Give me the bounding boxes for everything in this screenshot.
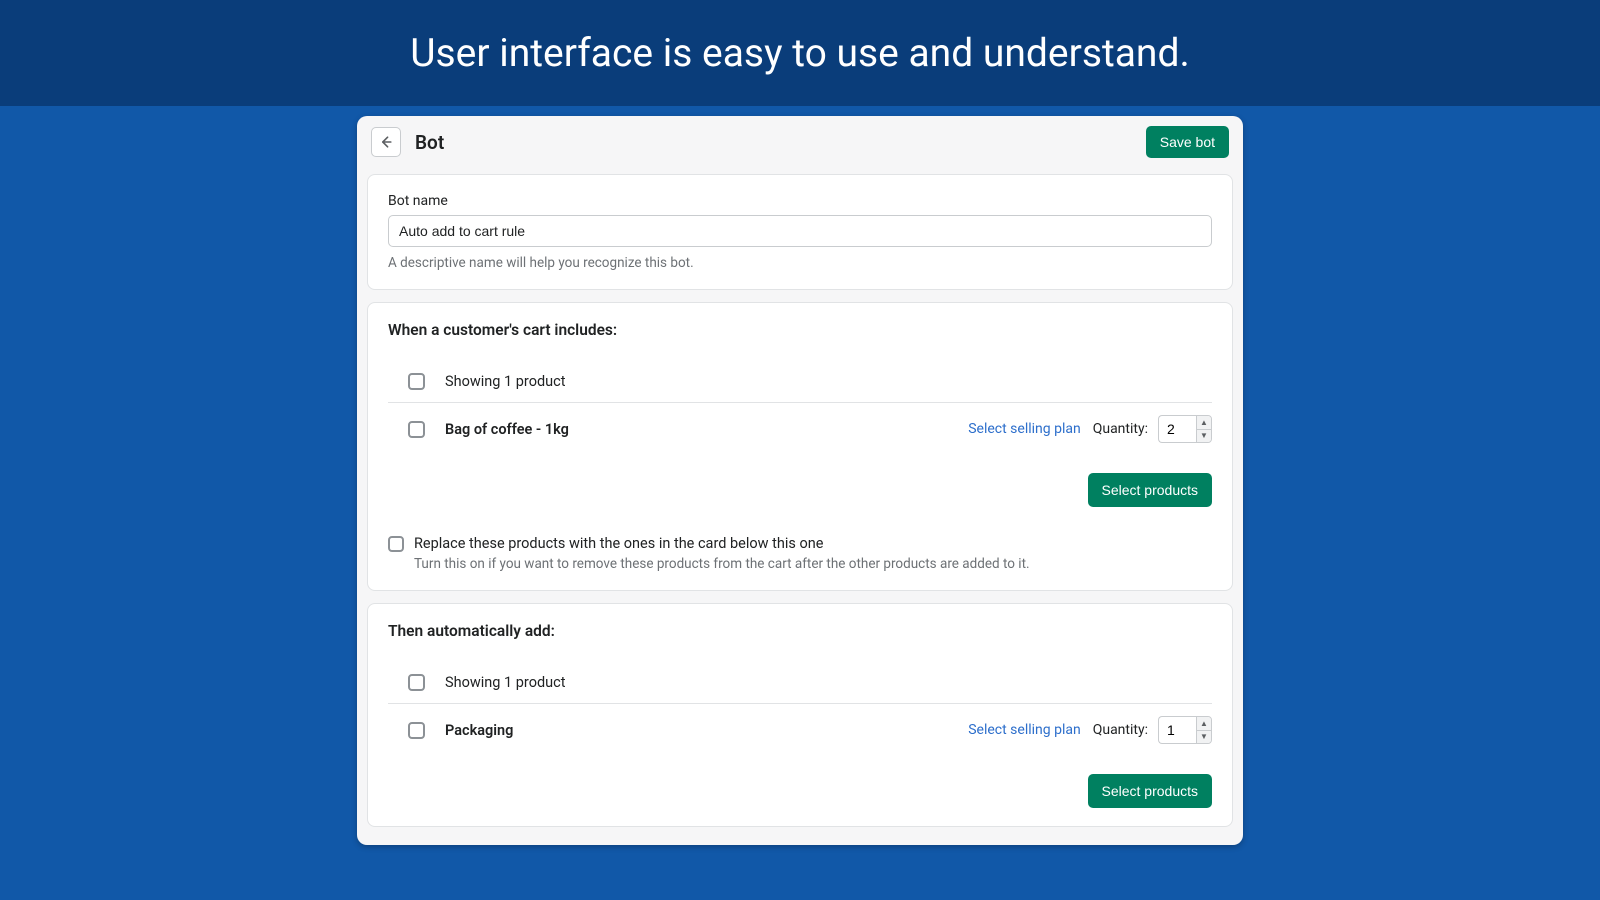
bot-name-card: Bot name A descriptive name will help yo… [367, 174, 1233, 290]
adds-heading: Then automatically add: [388, 622, 1212, 640]
quantity-input[interactable] [1158, 415, 1196, 443]
product-checkbox[interactable] [408, 722, 425, 739]
includes-card: When a customer's cart includes: Showing… [367, 302, 1233, 591]
select-selling-plan-link[interactable]: Select selling plan [968, 722, 1081, 738]
bot-name-input[interactable] [388, 215, 1212, 247]
quantity-stepper: ▲ ▼ [1158, 415, 1212, 443]
arrow-left-icon [378, 134, 394, 150]
includes-heading: When a customer's cart includes: [388, 321, 1212, 339]
quantity-up-button[interactable]: ▲ [1197, 416, 1211, 429]
adds-card: Then automatically add: Showing 1 produc… [367, 603, 1233, 827]
quantity-down-button[interactable]: ▼ [1197, 429, 1211, 442]
select-all-checkbox[interactable] [408, 674, 425, 691]
quantity-input[interactable] [1158, 716, 1196, 744]
replace-block: Replace these products with the ones in … [388, 535, 1212, 572]
product-row: Packaging Select selling plan Quantity: … [388, 703, 1212, 756]
select-products-button[interactable]: Select products [1088, 473, 1213, 507]
save-bot-button[interactable]: Save bot [1146, 126, 1229, 158]
page-title: Bot [415, 131, 444, 154]
adds-summary-row: Showing 1 product [388, 662, 1212, 703]
bot-name-help: A descriptive name will help you recogni… [388, 255, 1212, 271]
product-row: Bag of coffee - 1kg Select selling plan … [388, 402, 1212, 455]
replace-help: Turn this on if you want to remove these… [414, 556, 1212, 572]
bot-name-label: Bot name [388, 193, 1212, 209]
quantity-stepper: ▲ ▼ [1158, 716, 1212, 744]
includes-summary-text: Showing 1 product [445, 373, 1212, 390]
select-all-checkbox[interactable] [408, 373, 425, 390]
product-name: Bag of coffee - 1kg [445, 421, 968, 438]
adds-summary-text: Showing 1 product [445, 674, 1212, 691]
quantity-up-button[interactable]: ▲ [1197, 717, 1211, 730]
quantity-label: Quantity: [1093, 722, 1148, 738]
promo-banner: User interface is easy to use and unders… [0, 0, 1600, 106]
product-name: Packaging [445, 722, 968, 739]
select-products-button[interactable]: Select products [1088, 774, 1213, 808]
select-selling-plan-link[interactable]: Select selling plan [968, 421, 1081, 437]
promo-banner-text: User interface is easy to use and unders… [410, 30, 1189, 76]
quantity-label: Quantity: [1093, 421, 1148, 437]
back-button[interactable] [371, 127, 401, 157]
replace-checkbox[interactable] [388, 536, 404, 552]
panel-header: Bot Save bot [357, 116, 1243, 166]
settings-panel: Bot Save bot Bot name A descriptive name… [357, 116, 1243, 845]
quantity-down-button[interactable]: ▼ [1197, 730, 1211, 743]
includes-summary-row: Showing 1 product [388, 361, 1212, 402]
product-checkbox[interactable] [408, 421, 425, 438]
replace-label: Replace these products with the ones in … [414, 535, 823, 552]
